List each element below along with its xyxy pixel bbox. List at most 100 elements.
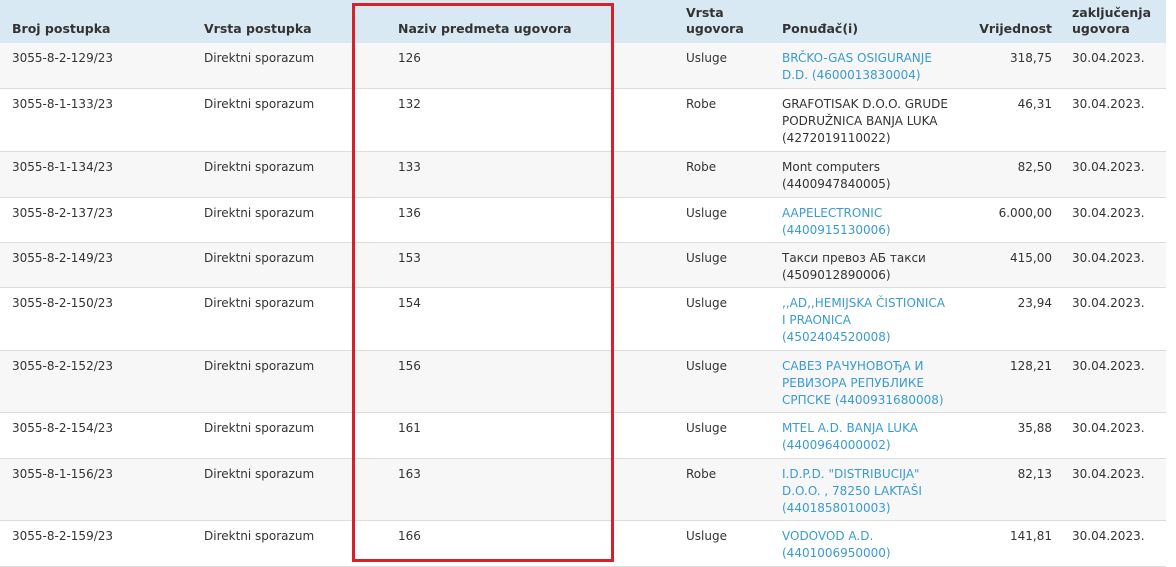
column-header-vrijednost[interactable]: Vrijednost bbox=[960, 0, 1060, 43]
cell-ponudjac: Такси превоз АБ такси (4509012890006) bbox=[770, 242, 960, 288]
cell-vrsta-postupka-text: Direktni sporazum bbox=[204, 295, 315, 310]
cell-naziv-predmeta-text: 163 bbox=[398, 466, 421, 481]
ponudjac-link[interactable]: BRČKO-GAS OSIGURANJE D.D. (4600013830004… bbox=[782, 51, 932, 82]
cell-vrijednost-text: 35,88 bbox=[1017, 420, 1052, 435]
cell-vrijednost-text: 141,81 bbox=[1010, 528, 1052, 543]
cell-broj-postupka-text: 3055-8-2-149/23 bbox=[12, 250, 114, 265]
cell-broj-postupka: 3055-8-2-159/23 bbox=[0, 520, 192, 567]
cell-vrijednost: 23,94 bbox=[960, 287, 1060, 351]
cell-vrsta-ugovora: Robe bbox=[674, 151, 770, 198]
cell-vrijednost: 82,13 bbox=[960, 458, 1060, 521]
cell-ponudjac-text: Mont computers (4400947840005) bbox=[782, 159, 891, 191]
cell-vrsta-ugovora-text: Usluge bbox=[686, 528, 727, 543]
ponudjac-link[interactable]: САВЕЗ РАЧУНОВОЂА И РЕВИЗОРА РЕПУБЛИКЕ СР… bbox=[782, 359, 944, 407]
cell-vrsta-postupka-text: Direktni sporazum bbox=[204, 159, 315, 174]
cell-ponudjac: BRČKO-GAS OSIGURANJE D.D. (4600013830004… bbox=[770, 43, 960, 89]
cell-broj-postupka: 3055-8-1-133/23 bbox=[0, 88, 192, 152]
cell-naziv-predmeta: 126 bbox=[352, 43, 674, 89]
cell-vrsta-postupka-text: Direktni sporazum bbox=[204, 528, 315, 543]
cell-broj-postupka-text: 3055-8-2-159/23 bbox=[12, 528, 114, 543]
cell-ponudjac-text: GRAFOTISAK D.O.O. GRUDE PODRUŽNICA BANJA… bbox=[782, 96, 948, 145]
cell-naziv-predmeta-text: 166 bbox=[398, 528, 421, 543]
cell-naziv-predmeta: 136 bbox=[352, 197, 674, 243]
ponudjac-link[interactable]: AAPELECTRONIC (4400915130006) bbox=[782, 206, 891, 237]
cell-broj-postupka: 3055-8-1-134/23 bbox=[0, 151, 192, 198]
column-header-datum-zakljucenja[interactable]: zaključenja ugovora bbox=[1060, 0, 1166, 43]
cell-vrsta-postupka: Direktni sporazum bbox=[192, 197, 352, 243]
cell-naziv-predmeta: 153 bbox=[352, 242, 674, 288]
cell-naziv-predmeta: 133 bbox=[352, 151, 674, 198]
column-header-naziv-predmeta[interactable]: Naziv predmeta ugovora bbox=[352, 0, 674, 43]
cell-datum: 30.04.2023. bbox=[1060, 242, 1166, 288]
cell-datum-text: 30.04.2023. bbox=[1072, 159, 1145, 174]
cell-datum-text: 30.04.2023. bbox=[1072, 51, 1145, 65]
table-row: 3055-8-1-133/23 Direktni sporazum 132 Robe G… bbox=[0, 88, 1166, 152]
ponudjac-link[interactable]: MTEL A.D. BANJA LUKA (4400964000002) bbox=[782, 421, 918, 452]
cell-vrijednost: 82,50 bbox=[960, 151, 1060, 198]
cell-broj-postupka: 3055-8-2-149/23 bbox=[0, 242, 192, 288]
cell-vrsta-ugovora-text: Robe bbox=[686, 96, 717, 111]
cell-broj-postupka-text: 3055-8-2-137/23 bbox=[12, 205, 114, 220]
cell-ponudjac: MTEL A.D. BANJA LUKA (4400964000002) bbox=[770, 412, 960, 459]
column-header-vrsta-ugovora[interactable]: Vrsta ugovora bbox=[674, 0, 770, 43]
cell-vrijednost-text: 82,13 bbox=[1017, 466, 1052, 481]
cell-naziv-predmeta-text: 161 bbox=[398, 420, 421, 435]
cell-vrsta-ugovora-text: Usluge bbox=[686, 51, 727, 65]
cell-vrijednost-text: 415,00 bbox=[1010, 250, 1052, 265]
cell-vrsta-postupka-text: Direktni sporazum bbox=[204, 205, 315, 220]
cell-vrijednost: 318,75 bbox=[960, 43, 1060, 89]
cell-vrsta-ugovora: Usluge bbox=[674, 350, 770, 413]
cell-vrsta-ugovora: Usluge bbox=[674, 197, 770, 243]
cell-naziv-predmeta-text: 136 bbox=[398, 205, 421, 220]
cell-broj-postupka-text: 3055-8-2-150/23 bbox=[12, 295, 114, 310]
cell-vrsta-ugovora-text: Usluge bbox=[686, 205, 727, 220]
cell-datum-text: 30.04.2023. bbox=[1072, 96, 1145, 111]
cell-vrijednost-text: 23,94 bbox=[1017, 295, 1052, 310]
ponudjac-link[interactable]: VODOVOD A.D. (4401006950000) bbox=[782, 529, 891, 560]
cell-naziv-predmeta-text: 154 bbox=[398, 295, 421, 310]
cell-vrsta-postupka: Direktni sporazum bbox=[192, 350, 352, 413]
cell-datum-text: 30.04.2023. bbox=[1072, 358, 1145, 373]
cell-naziv-predmeta-text: 132 bbox=[398, 96, 421, 111]
cell-datum-text: 30.04.2023. bbox=[1072, 420, 1145, 435]
cell-ponudjac: САВЕЗ РАЧУНОВОЂА И РЕВИЗОРА РЕПУБЛИКЕ СР… bbox=[770, 350, 960, 413]
cell-ponudjac-text: Такси превоз АБ такси (4509012890006) bbox=[782, 250, 926, 282]
cell-vrsta-postupka: Direktni sporazum bbox=[192, 242, 352, 288]
cell-broj-postupka-text: 3055-8-2-154/23 bbox=[12, 420, 114, 435]
cell-datum: 30.04.2023. bbox=[1060, 412, 1166, 459]
table-row: 3055-8-2-149/23 Direktni sporazum 153 Uslug… bbox=[0, 242, 1166, 288]
column-header-vrsta-postupka[interactable]: Vrsta postupka bbox=[192, 0, 352, 43]
cell-vrsta-postupka: Direktni sporazum bbox=[192, 151, 352, 198]
cell-vrijednost: 6.000,00 bbox=[960, 197, 1060, 243]
cell-datum: 30.04.2023. bbox=[1060, 287, 1166, 351]
cell-broj-postupka: 3055-8-1-156/23 bbox=[0, 458, 192, 521]
cell-datum-text: 30.04.2023. bbox=[1072, 250, 1145, 265]
cell-vrijednost-text: 46,31 bbox=[1017, 96, 1052, 111]
cell-vrijednost: 128,21 bbox=[960, 350, 1060, 413]
ponudjac-link[interactable]: ,,AD,,HEMIJSKA ČISTIONICA I PRAONICA (45… bbox=[782, 296, 945, 344]
cell-vrsta-ugovora-text: Usluge bbox=[686, 358, 727, 373]
cell-datum-text: 30.04.2023. bbox=[1072, 528, 1145, 543]
cell-vrsta-ugovora: Usluge bbox=[674, 43, 770, 89]
cell-ponudjac: I.D.P.D. "DISTRIBUCIJA" D.O.O. , 78250 L… bbox=[770, 458, 960, 521]
cell-vrsta-ugovora: Robe bbox=[674, 88, 770, 152]
column-header-ponudjac[interactable]: Ponuđač(i) bbox=[770, 0, 960, 43]
cell-naziv-predmeta-text: 156 bbox=[398, 358, 421, 373]
cell-ponudjac: GRAFOTISAK D.O.O. GRUDE PODRUŽNICA BANJA… bbox=[770, 88, 960, 152]
column-header-broj-postupka[interactable]: Broj postupka bbox=[0, 0, 192, 43]
table-row: 3055-8-1-134/23 Direktni sporazum 133 Robe M… bbox=[0, 151, 1166, 198]
cell-vrsta-postupka: Direktni sporazum bbox=[192, 520, 352, 567]
table-row: 3055-8-2-150/23 Direktni sporazum 154 Uslug… bbox=[0, 287, 1166, 351]
cell-datum: 30.04.2023. bbox=[1060, 88, 1166, 152]
cell-datum: 30.04.2023. bbox=[1060, 520, 1166, 567]
table-row: 3055-8-2-129/23 Direktni sporazum 126 Uslug… bbox=[0, 43, 1166, 89]
cell-vrijednost-text: 128,21 bbox=[1010, 358, 1052, 373]
cell-broj-postupka-text: 3055-8-1-133/23 bbox=[12, 96, 114, 111]
cell-datum: 30.04.2023. bbox=[1060, 350, 1166, 413]
cell-vrsta-ugovora-text: Robe bbox=[686, 159, 717, 174]
cell-vrsta-postupka: Direktni sporazum bbox=[192, 287, 352, 351]
ponudjac-link[interactable]: I.D.P.D. "DISTRIBUCIJA" D.O.O. , 78250 L… bbox=[782, 467, 922, 515]
cell-broj-postupka: 3055-8-2-154/23 bbox=[0, 412, 192, 459]
cell-vrsta-ugovora: Usluge bbox=[674, 287, 770, 351]
cell-vrijednost: 141,81 bbox=[960, 520, 1060, 567]
